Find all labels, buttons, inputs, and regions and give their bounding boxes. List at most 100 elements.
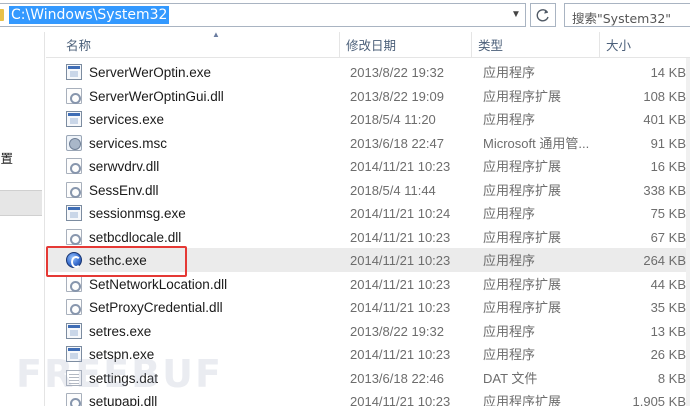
dll-icon [66, 87, 82, 104]
column-header-date[interactable]: 修改日期 [340, 32, 472, 58]
refresh-button[interactable] [530, 3, 556, 27]
search-placeholder: 搜索"System32" [572, 11, 672, 26]
dll-icon [66, 228, 82, 245]
table-row[interactable]: sessionmsg.exe 2014/11/21 10:24 应用程序 75 KB [46, 201, 690, 225]
sort-ascending-icon: ▲ [212, 30, 220, 39]
file-date: 2014/11/21 10:23 [350, 300, 451, 315]
file-date: 2014/11/21 10:23 [350, 253, 451, 268]
file-date: 2014/11/21 10:23 [350, 229, 451, 245]
file-size: 35 KB [650, 300, 686, 315]
file-name: services.msc [89, 135, 168, 151]
file-type: 应用程序 [483, 112, 536, 127]
file-type: 应用程序扩展 [483, 88, 562, 104]
file-date: 2014/11/21 10:23 [350, 159, 451, 174]
table-row[interactable]: serwvdrv.dll 2014/11/21 10:23 应用程序扩展 16 KB [46, 154, 690, 178]
file-type: 应用程序扩展 [483, 229, 562, 245]
file-size: 16 KB [650, 159, 686, 174]
nav-selected-item[interactable] [0, 190, 42, 216]
nav-item-settings[interactable]: 设置 [0, 148, 46, 167]
file-size: 44 KB [650, 276, 686, 292]
file-size: 26 KB [650, 347, 686, 362]
column-header-name-label: 名称 [66, 39, 92, 53]
file-name: services.exe [89, 112, 165, 127]
file-date: 2018/5/4 11:44 [350, 182, 436, 198]
table-row[interactable]: services.msc 2013/6/18 22:47 Microsoft 通用管… [46, 131, 690, 155]
table-row[interactable]: ServerWerOptinGui.dll 2013/8/22 19:09 应用程序… [46, 84, 690, 108]
table-row[interactable]: setbcdlocale.dll 2014/11/21 10:23 应用程序扩展 67… [46, 225, 690, 249]
table-row[interactable]: ServerWerOptin.exe 2013/8/22 19:32 应用程序 14 … [46, 60, 690, 84]
file-size: 91 KB [650, 135, 686, 151]
address-bar[interactable]: C:\Windows\System32 ▼ [0, 3, 526, 27]
file-type: 应用程序扩展 [483, 394, 562, 406]
file-type: 应用程序 [483, 253, 536, 268]
file-date: 2013/6/18 22:47 [350, 135, 444, 151]
dll-icon [66, 158, 82, 174]
file-size: 75 KB [650, 206, 686, 221]
table-row[interactable]: SetProxyCredential.dll 2014/11/21 10:23 应用… [46, 295, 690, 319]
column-header-type-label: 类型 [478, 39, 504, 53]
file-size: 14 KB [650, 65, 686, 80]
file-name: serwvdrv.dll [89, 159, 160, 174]
dll-icon [66, 299, 82, 315]
exe-icon [66, 322, 82, 339]
chevron-down-icon[interactable]: ▼ [509, 7, 523, 23]
file-date: 2014/11/21 10:23 [350, 394, 451, 406]
table-row[interactable]: setres.exe 2013/8/22 19:32 应用程序 13 KB [46, 319, 690, 343]
file-date: 2013/8/22 19:32 [350, 323, 444, 339]
file-size: 264 KB [643, 253, 686, 268]
file-size: 401 KB [643, 112, 686, 127]
file-name: SessEnv.dll [89, 182, 159, 198]
file-size: 8 KB [657, 370, 686, 386]
dll-icon [66, 181, 82, 198]
column-header-type[interactable]: 类型 [472, 32, 600, 58]
column-header-size-label: 大小 [606, 39, 632, 53]
search-input[interactable]: 搜索"System32" [564, 3, 690, 27]
table-row[interactable]: services.exe 2018/5/4 11:20 应用程序 401 KB [46, 107, 690, 131]
file-size: 1,905 KB [632, 394, 687, 406]
file-date: 2013/6/18 22:46 [350, 370, 444, 386]
pane-divider[interactable] [44, 32, 45, 406]
file-date: 2014/11/21 10:24 [350, 206, 451, 221]
column-header-size[interactable]: 大小 [600, 32, 690, 58]
file-size: 13 KB [650, 323, 686, 339]
file-size: 338 KB [643, 182, 686, 198]
exe-icon [66, 205, 82, 221]
file-type: DAT 文件 [483, 370, 538, 386]
file-type: 应用程序 [483, 323, 536, 339]
file-name: setbcdlocale.dll [89, 229, 182, 245]
file-name: ServerWerOptin.exe [89, 65, 212, 80]
column-header-date-label: 修改日期 [346, 39, 397, 53]
file-date: 2013/8/22 19:32 [350, 65, 444, 80]
address-toolbar: C:\Windows\System32 ▼ 搜索"System32" [0, 0, 690, 32]
table-row[interactable]: SessEnv.dll 2018/5/4 11:44 应用程序扩展 338 KB [46, 178, 690, 202]
refresh-icon [536, 9, 549, 22]
file-date: 2013/8/22 19:09 [350, 88, 444, 104]
file-type: 应用程序扩展 [483, 300, 562, 315]
file-size: 67 KB [650, 229, 686, 245]
file-date: 2014/11/21 10:23 [350, 276, 451, 292]
exe-icon [66, 111, 82, 127]
file-name: SetProxyCredential.dll [89, 300, 223, 315]
column-header-name[interactable]: ▲ 名称 [60, 30, 340, 58]
file-type: 应用程序 [483, 347, 536, 362]
file-date: 2014/11/21 10:23 [350, 347, 451, 362]
exe-icon [66, 64, 82, 80]
watermark: FREEBUF [16, 352, 223, 396]
folder-icon [0, 9, 4, 21]
file-size: 108 KB [643, 88, 686, 104]
navigation-pane: 设置 [0, 32, 46, 406]
file-type: Microsoft 通用管... [483, 135, 590, 151]
dll-icon [66, 275, 82, 292]
column-header-row: ▲ 名称 修改日期 类型 大小 [46, 30, 690, 58]
address-path[interactable]: C:\Windows\System32 [9, 6, 170, 24]
vertical-scrollbar[interactable] [686, 58, 690, 406]
file-type: 应用程序扩展 [483, 276, 562, 292]
file-type: 应用程序扩展 [483, 159, 562, 174]
msc-icon [66, 134, 82, 151]
file-type: 应用程序扩展 [483, 182, 562, 198]
file-type: 应用程序 [483, 65, 536, 80]
file-date: 2018/5/4 11:20 [350, 112, 436, 127]
highlight-box [46, 246, 187, 277]
file-name: sessionmsg.exe [89, 206, 186, 221]
file-name: ServerWerOptinGui.dll [89, 88, 224, 104]
